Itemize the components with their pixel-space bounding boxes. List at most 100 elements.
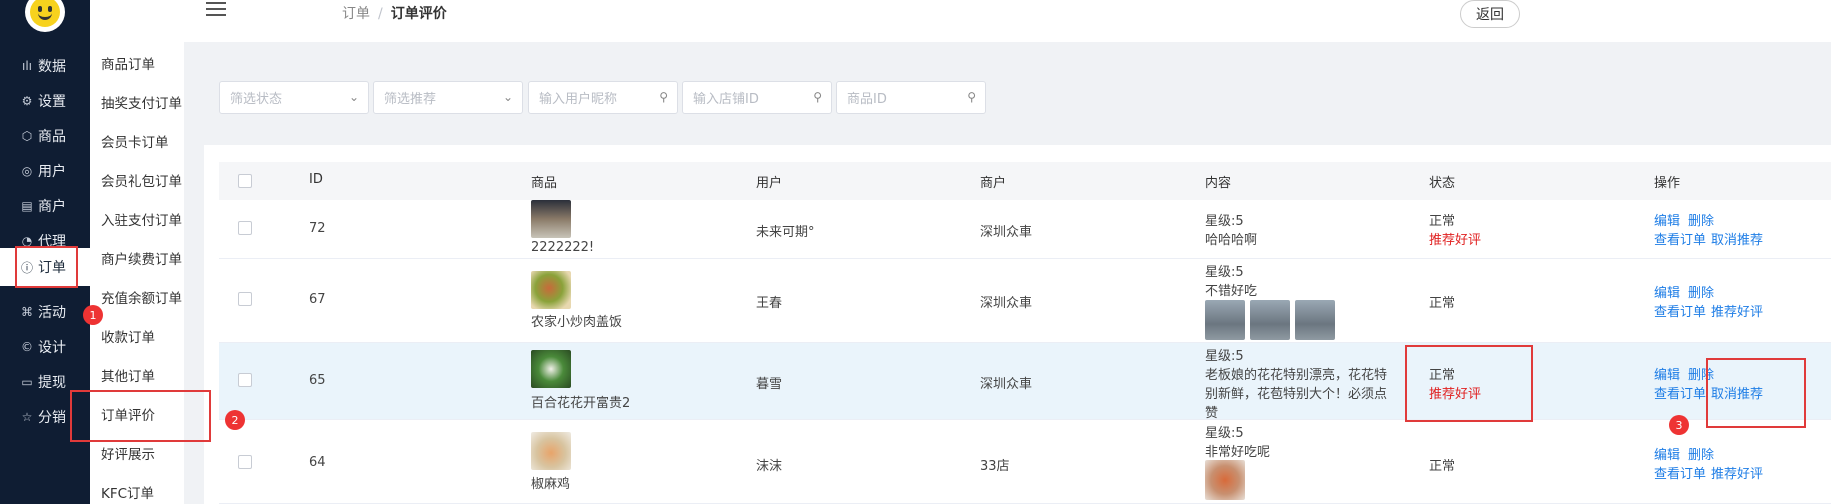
product-thumbnail bbox=[531, 271, 571, 309]
search-icon[interactable]: ⚲ bbox=[967, 90, 976, 104]
back-button[interactable]: 返回 bbox=[1460, 0, 1520, 28]
copyright-icon: © bbox=[21, 339, 33, 354]
breadcrumb: 订单 / 订单评价 bbox=[342, 3, 447, 23]
merchant-name: 深圳众車 bbox=[980, 296, 1033, 311]
edit-link[interactable]: 编辑 bbox=[1654, 364, 1680, 383]
recommend-select[interactable]: 筛选推荐 ⌄ bbox=[373, 81, 523, 114]
review-content: 不错好吃 bbox=[1205, 284, 1258, 299]
review-photo[interactable] bbox=[1250, 300, 1290, 340]
sidebar-item-label: 分销 bbox=[38, 409, 66, 426]
status-select[interactable]: 筛选状态 ⌄ bbox=[219, 81, 369, 114]
breadcrumb-separator: / bbox=[378, 6, 383, 22]
delete-link[interactable]: 删除 bbox=[1688, 282, 1714, 301]
nickname-input[interactable]: 输入用户昵称 ⚲ bbox=[528, 81, 678, 114]
submenu-item[interactable]: 商户续费订单 bbox=[101, 248, 182, 268]
delete-link[interactable]: 删除 bbox=[1688, 210, 1714, 229]
row-checkbox[interactable] bbox=[238, 292, 252, 306]
table-row: 65 百合花花开富贵2 暮雪 深圳众車 星级:5 老板娘的花花特别漂亮，花花特 … bbox=[219, 343, 1831, 421]
user-name: 未来可期° bbox=[756, 225, 815, 240]
row-checkbox[interactable] bbox=[238, 221, 252, 235]
nickname-input-placeholder: 输入用户昵称 bbox=[539, 92, 618, 107]
user-name: 王春 bbox=[756, 296, 783, 311]
table-row: 64 椒麻鸡 沫沫 33店 星级:5 非常好吃呢 正常 编辑 删除 查看订单 推… bbox=[219, 420, 1831, 504]
document-icon: ▤ bbox=[21, 198, 33, 213]
review-content: 非常好吃呢 bbox=[1205, 445, 1271, 460]
status-text: 正常 bbox=[1429, 459, 1456, 474]
edit-link[interactable]: 编辑 bbox=[1654, 282, 1680, 301]
top-bar: 订单 / 订单评价 返回 bbox=[184, 0, 1831, 42]
product-thumbnail bbox=[531, 350, 571, 388]
annotation-badge-1: 1 bbox=[83, 305, 103, 325]
user-name: 沫沫 bbox=[756, 459, 783, 474]
shop-id-input[interactable]: 输入店铺ID ⚲ bbox=[682, 81, 832, 114]
submenu-item[interactable]: 收款订单 bbox=[101, 326, 155, 346]
merchant-name: 深圳众車 bbox=[980, 377, 1033, 392]
sidebar-item-label: 商户 bbox=[38, 198, 66, 215]
recommend-link[interactable]: 推荐好评 bbox=[1711, 301, 1763, 320]
rating-text: 星级:5 bbox=[1205, 265, 1244, 280]
product-thumbnail bbox=[531, 432, 571, 470]
product-name: 农家小炒肉盖饭 bbox=[531, 315, 623, 330]
merchant-name: 33店 bbox=[980, 459, 1010, 474]
row-id: 64 bbox=[309, 455, 326, 470]
col-header-status: 状态 bbox=[1429, 176, 1456, 191]
submenu-item[interactable]: 好评展示 bbox=[101, 443, 155, 463]
product-id-input[interactable]: 商品ID ⚲ bbox=[836, 81, 986, 114]
logo bbox=[25, 0, 65, 32]
sidebar-item-label: 设置 bbox=[38, 93, 66, 110]
review-photo[interactable] bbox=[1295, 300, 1335, 340]
col-header-user: 用户 bbox=[756, 176, 783, 191]
annotation-box-action bbox=[1706, 358, 1806, 428]
gear-icon: ⚙ bbox=[21, 93, 33, 108]
review-photo[interactable] bbox=[1205, 460, 1245, 500]
row-checkbox[interactable] bbox=[238, 373, 252, 387]
rating-text: 星级:5 bbox=[1205, 214, 1244, 229]
select-all-checkbox[interactable] bbox=[238, 174, 252, 188]
submenu-item[interactable]: KFC订单 bbox=[101, 482, 154, 502]
sidebar-item-label: 数据 bbox=[38, 58, 66, 75]
product-name: 2222222! bbox=[531, 240, 595, 255]
edit-link[interactable]: 编辑 bbox=[1654, 444, 1680, 463]
merchant-name: 深圳众車 bbox=[980, 225, 1033, 240]
edit-link[interactable]: 编辑 bbox=[1654, 210, 1680, 229]
delete-link[interactable]: 删除 bbox=[1688, 444, 1714, 463]
card-icon: ▭ bbox=[21, 374, 33, 389]
product-id-input-placeholder: 商品ID bbox=[847, 92, 887, 107]
submenu-item[interactable]: 其他订单 bbox=[101, 365, 155, 385]
recommend-link[interactable]: 推荐好评 bbox=[1711, 463, 1763, 482]
recommend-badge: 推荐好评 bbox=[1429, 233, 1482, 248]
chevron-down-icon: ⌄ bbox=[348, 90, 359, 104]
view-order-link[interactable]: 查看订单 bbox=[1654, 229, 1706, 248]
product-name: 椒麻鸡 bbox=[531, 477, 571, 492]
submenu-item[interactable]: 商品订单 bbox=[101, 53, 155, 73]
submenu-item[interactable]: 会员礼包订单 bbox=[101, 170, 182, 190]
rating-text: 星级:5 bbox=[1205, 426, 1244, 441]
row-checkbox[interactable] bbox=[238, 455, 252, 469]
submenu-item[interactable]: 会员卡订单 bbox=[101, 131, 169, 151]
col-header-merchant: 商户 bbox=[980, 176, 1007, 191]
row-id: 67 bbox=[309, 292, 326, 307]
submenu-item[interactable]: 抽奖支付订单 bbox=[101, 92, 182, 112]
table-row: 67 农家小炒肉盖饭 王春 深圳众車 星级:5 不错好吃 正常 编辑 删除 查看… bbox=[219, 259, 1831, 343]
sidebar-item-label: 用户 bbox=[38, 163, 66, 180]
search-icon[interactable]: ⚲ bbox=[813, 90, 822, 104]
review-content-line: 老板娘的花花特别漂亮，花花特 bbox=[1205, 368, 1388, 383]
status-text: 正常 bbox=[1429, 214, 1456, 229]
review-photo[interactable] bbox=[1205, 300, 1245, 340]
hamburger-icon[interactable] bbox=[206, 2, 226, 16]
cancel-recommend-link[interactable]: 取消推荐 bbox=[1711, 229, 1763, 248]
sidebar-item-label: 活动 bbox=[38, 304, 66, 321]
annotation-badge-3: 3 bbox=[1669, 415, 1689, 435]
search-icon[interactable]: ⚲ bbox=[659, 90, 668, 104]
row-id: 65 bbox=[309, 373, 326, 388]
view-order-link[interactable]: 查看订单 bbox=[1654, 463, 1706, 482]
breadcrumb-parent[interactable]: 订单 bbox=[342, 6, 370, 22]
annotation-badge-2: 2 bbox=[225, 410, 245, 430]
submenu-item[interactable]: 入驻支付订单 bbox=[101, 209, 182, 229]
view-order-link[interactable]: 查看订单 bbox=[1654, 301, 1706, 320]
user-name: 暮雪 bbox=[756, 377, 783, 392]
submenu-item[interactable]: 充值余额订单 bbox=[101, 287, 182, 307]
col-header-content: 内容 bbox=[1205, 176, 1232, 191]
sidebar-item-label: 提现 bbox=[38, 374, 66, 391]
view-order-link[interactable]: 查看订单 bbox=[1654, 383, 1706, 402]
